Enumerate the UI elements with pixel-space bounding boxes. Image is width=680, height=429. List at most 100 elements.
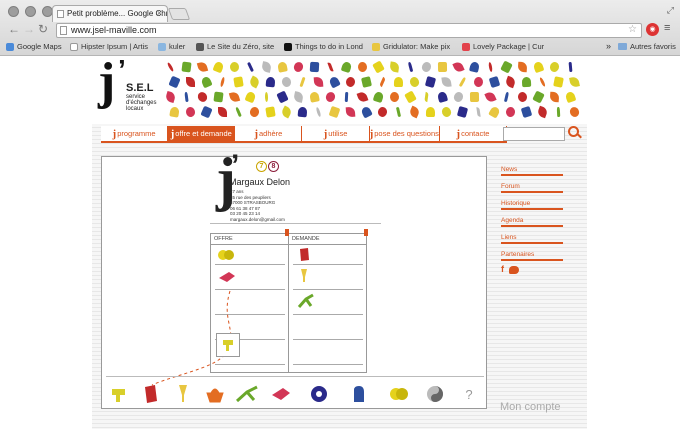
offer-slot bbox=[215, 264, 285, 265]
other-bookmarks-folder[interactable]: Autres favoris bbox=[618, 42, 676, 51]
yin-yang-icon[interactable] bbox=[424, 383, 446, 405]
close-window-button[interactable] bbox=[8, 6, 19, 17]
pattern-object-icon bbox=[200, 75, 213, 89]
nav-offre-et-demande[interactable]: j offre et demande bbox=[168, 126, 236, 141]
bookmark-icon bbox=[462, 42, 470, 51]
pattern-object-icon bbox=[468, 61, 481, 73]
bookmark-icon bbox=[6, 42, 14, 51]
pattern-object-icon bbox=[218, 107, 227, 117]
pattern-object-icon bbox=[484, 90, 497, 104]
pattern-object-icon bbox=[532, 60, 545, 74]
browser-tab[interactable]: Petit problème... Google Chr × bbox=[52, 5, 168, 22]
sidebar-link-agenda[interactable]: Agenda bbox=[501, 215, 563, 227]
pattern-object-icon bbox=[395, 106, 402, 118]
pattern-object-icon bbox=[556, 106, 561, 118]
item-tray: ? bbox=[102, 383, 488, 411]
book-icon[interactable] bbox=[297, 247, 311, 263]
facebook-icon[interactable]: f bbox=[501, 265, 506, 274]
book-icon[interactable] bbox=[140, 383, 162, 405]
basket-icon[interactable] bbox=[204, 383, 226, 405]
sidebar-link-partenaires[interactable]: Partenaires bbox=[501, 249, 563, 261]
drill-icon[interactable] bbox=[108, 383, 130, 405]
pattern-object-icon bbox=[458, 76, 467, 88]
pattern-object-icon bbox=[548, 60, 561, 74]
sidebar-link-forum[interactable]: Forum bbox=[501, 181, 563, 193]
pattern-object-icon bbox=[549, 91, 560, 103]
garden-tool-icon[interactable] bbox=[236, 383, 258, 405]
pattern-object-icon bbox=[247, 61, 254, 73]
pattern-object-icon bbox=[164, 90, 177, 104]
demand-scroll-handle[interactable] bbox=[364, 229, 368, 236]
address-bar[interactable]: www.jsel-maville.com ☆ bbox=[56, 23, 642, 38]
fullscreen-icon[interactable]: ⤢ bbox=[667, 5, 674, 16]
sidebar-link-liens[interactable]: Liens bbox=[501, 232, 563, 244]
new-tab-button[interactable] bbox=[167, 8, 191, 20]
account-link[interactable]: Mon compte bbox=[500, 401, 561, 413]
pattern-object-icon bbox=[553, 76, 564, 88]
minimize-window-button[interactable] bbox=[25, 6, 36, 17]
pattern-object-icon bbox=[437, 61, 448, 73]
close-tab-icon[interactable]: × bbox=[157, 8, 162, 18]
pattern-object-icon bbox=[213, 91, 224, 103]
bookmark-item[interactable]: Things to do in Lond bbox=[284, 42, 363, 51]
back-icon[interactable]: ← bbox=[8, 22, 20, 36]
pattern-object-icon bbox=[377, 106, 388, 118]
pattern-object-icon bbox=[436, 91, 449, 103]
forward-icon[interactable]: → bbox=[23, 22, 35, 36]
pattern-object-icon bbox=[532, 90, 545, 104]
bookmark-icon bbox=[284, 42, 292, 51]
nav-utilise[interactable]: j utilise bbox=[302, 126, 370, 141]
search-input[interactable] bbox=[503, 127, 565, 141]
pattern-object-icon bbox=[277, 61, 288, 73]
help-icon[interactable]: ? bbox=[458, 383, 480, 405]
offers-count-badge: 7 bbox=[256, 161, 267, 172]
nav-contacte[interactable]: j contacte bbox=[440, 126, 508, 141]
pattern-object-icon bbox=[248, 75, 261, 89]
pattern-object-icon bbox=[536, 105, 549, 119]
search-icon[interactable] bbox=[568, 126, 579, 137]
reload-icon[interactable]: ↻ bbox=[38, 22, 48, 36]
menu-icon[interactable]: ≡ bbox=[664, 22, 670, 34]
bookmark-item[interactable]: Google Maps bbox=[6, 42, 62, 51]
logo-tagline: service d'échanges locaux bbox=[126, 94, 157, 112]
demand-column[interactable]: DEMANDE bbox=[289, 234, 366, 372]
sidebar-link-news[interactable]: News bbox=[501, 164, 563, 176]
pattern-object-icon bbox=[309, 61, 320, 73]
pattern-object-icon bbox=[292, 60, 305, 74]
pattern-object-icon bbox=[488, 61, 493, 73]
bookmark-item[interactable]: Gridulator: Make pix bbox=[372, 42, 450, 51]
pattern-object-icon bbox=[517, 61, 528, 73]
bookmark-item[interactable]: Lovely Package | Cur bbox=[462, 42, 544, 51]
bookmark-item[interactable]: Le Site du Zéro, site bbox=[196, 42, 274, 51]
masks-icon[interactable] bbox=[388, 383, 410, 405]
vacuum-icon[interactable] bbox=[348, 383, 370, 405]
offer-scroll-handle[interactable] bbox=[285, 229, 289, 236]
bookmark-item[interactable]: Hipster Ipsum | Artis bbox=[70, 42, 148, 51]
dragged-item-drill[interactable] bbox=[216, 333, 240, 357]
nav-adhere[interactable]: j adhère bbox=[235, 126, 303, 141]
logo-letter[interactable]: j bbox=[98, 54, 115, 110]
more-bookmarks-icon[interactable]: » bbox=[606, 41, 611, 51]
twitter-icon[interactable] bbox=[509, 266, 519, 274]
bookmark-item[interactable]: kuler bbox=[158, 42, 185, 51]
bookmark-star-icon[interactable]: ☆ bbox=[628, 24, 637, 35]
soccer-ball-icon[interactable] bbox=[308, 383, 330, 405]
pattern-object-icon bbox=[181, 61, 192, 73]
pattern-object-icon bbox=[520, 105, 533, 119]
pattern-object-icon bbox=[327, 61, 334, 73]
adblock-icon[interactable]: ◉ bbox=[646, 23, 659, 36]
nav-pose-des-questions[interactable]: j pose des questions bbox=[370, 126, 440, 141]
pattern-object-icon bbox=[345, 76, 356, 88]
sidebar-link-historique[interactable]: Historique bbox=[501, 198, 563, 210]
pattern-object-icon bbox=[452, 60, 465, 74]
masks-icon[interactable] bbox=[217, 248, 235, 262]
glass-icon[interactable] bbox=[297, 267, 311, 285]
page-icon bbox=[60, 26, 67, 35]
pattern-object-icon bbox=[408, 105, 421, 119]
pattern-object-icon bbox=[265, 76, 276, 88]
nav-programme[interactable]: j programme bbox=[101, 126, 169, 141]
glass-icon[interactable] bbox=[172, 383, 194, 405]
garden-tool-icon[interactable] bbox=[297, 293, 315, 309]
pattern-object-icon bbox=[424, 76, 437, 88]
stapler-icon[interactable] bbox=[270, 383, 292, 405]
